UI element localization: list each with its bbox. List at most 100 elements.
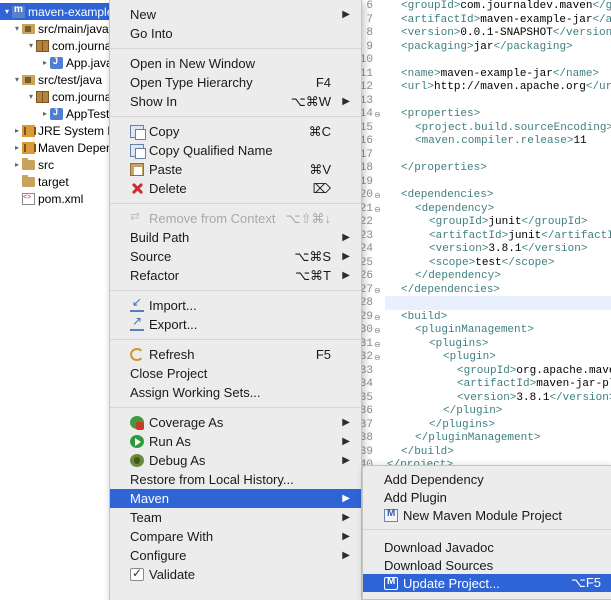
xml-tag: </name>: [552, 67, 600, 80]
code-line: <artifactId>junit</artifactId>: [429, 230, 611, 244]
fold-toggle-icon[interactable]: ⊖: [374, 203, 381, 217]
tree-item-maven-example-jar[interactable]: ▾ maven-example-jar: [0, 3, 112, 20]
menu-item-run-as[interactable]: Run As ▶: [110, 432, 361, 451]
submenu-item-add-dependency[interactable]: Add Dependency: [363, 470, 611, 488]
submenu-arrow-icon: ▶: [342, 270, 350, 281]
menu-item-debug-as[interactable]: Debug As ▶: [110, 451, 361, 470]
xml-text: maven-jar-plugin: [536, 378, 611, 390]
xml-tag: <pluginManagement>: [415, 324, 534, 336]
xml-tag: <build>: [401, 310, 448, 323]
xml-tag: </version>: [549, 391, 611, 404]
xml-tag: <artifactId>: [457, 378, 537, 390]
fold-toggle-icon[interactable]: ⊖: [374, 311, 381, 325]
menu-item-shortcut: ⌥⌘S: [294, 248, 331, 264]
tree-item-src-main-java[interactable]: ▾ src/main/java: [0, 20, 112, 37]
tree-item-jre-system-library[interactable]: ▸ JRE System Library: [0, 122, 112, 139]
menu-item-build-path[interactable]: Build Path ▶: [110, 228, 361, 247]
menu-item-new[interactable]: New ▶: [110, 5, 361, 24]
menu-item-label: Delete: [149, 181, 187, 196]
tree-expand-toggle-icon[interactable]: ▸: [40, 109, 50, 118]
xml-tag: </packaging>: [493, 40, 573, 53]
remove-context-icon: [130, 209, 144, 225]
menu-item-team[interactable]: Team ▶: [110, 508, 361, 527]
menu-item-coverage-as[interactable]: Coverage As ▶: [110, 413, 361, 432]
tree-item-apptest-java[interactable]: ▸ AppTest.java: [0, 105, 112, 122]
tree-expand-toggle-icon[interactable]: ▾: [12, 75, 22, 84]
tree-item-pom-xml[interactable]: pom.xml: [0, 190, 112, 207]
menu-item-go-into[interactable]: Go Into: [110, 24, 361, 43]
xml-tag: <groupId>: [457, 364, 517, 377]
menu-item-label: Build Path: [130, 230, 190, 245]
submenu-item-add-plugin[interactable]: Add Plugin: [363, 488, 611, 506]
xml-tag: </artifactId>: [592, 13, 611, 26]
tree-expand-toggle-icon[interactable]: ▾: [2, 7, 12, 16]
fold-toggle-icon[interactable]: ⊖: [374, 338, 381, 352]
menu-item-configure[interactable]: Configure ▶: [110, 546, 361, 565]
menu-item-source[interactable]: Source ⌥⌘S ▶: [110, 247, 361, 266]
tree-item-target[interactable]: target: [0, 173, 112, 190]
tree-expand-toggle-icon[interactable]: ▾: [12, 24, 22, 33]
menu-item-export[interactable]: Export...: [110, 314, 361, 334]
menu-item-restore-from-local-history[interactable]: Restore from Local History...: [110, 470, 361, 489]
menu-item-copy-qualified-name[interactable]: Copy Qualified Name: [110, 141, 361, 160]
submenu-item-download-sources[interactable]: Download Sources: [363, 556, 611, 574]
xml-tag: <url>: [401, 81, 435, 93]
menu-item-label: Export...: [149, 317, 198, 332]
tree-item-label: JRE System Library: [38, 123, 112, 138]
xml-tag: <dependencies>: [401, 189, 494, 201]
menu-item-refactor[interactable]: Refactor ⌥⌘T ▶: [110, 266, 361, 285]
tree-item-src[interactable]: ▸ src: [0, 156, 112, 173]
submenu-item-new-maven-module-project[interactable]: New Maven Module Project: [363, 506, 611, 524]
submenu-item-download-javadoc[interactable]: Download Javadoc: [363, 538, 611, 556]
menu-item-assign-working-sets[interactable]: Assign Working Sets...: [110, 383, 361, 402]
code-line: <plugins>: [429, 338, 488, 352]
submenu-arrow-icon: ▶: [342, 96, 350, 107]
tree-expand-toggle-icon[interactable]: ▸: [40, 58, 50, 67]
tree-item-src-test-java[interactable]: ▾ src/test/java: [0, 71, 112, 88]
tree-expand-toggle-icon[interactable]: ▾: [26, 41, 36, 50]
tree-item-app-java[interactable]: ▸ App.java: [0, 54, 112, 71]
validate-check-icon: [130, 566, 144, 581]
code-line: <groupId>org.apache.maven.plugins</group…: [457, 365, 611, 379]
menu-item-close-project[interactable]: Close Project: [110, 364, 361, 383]
code-line: </pluginManagement>: [415, 432, 540, 446]
source-folder-icon: [22, 24, 35, 34]
menu-item-import[interactable]: Import...: [110, 295, 361, 315]
fold-toggle-icon[interactable]: ⊖: [374, 284, 381, 298]
menu-item-label: Source: [130, 249, 172, 264]
menu-item-maven[interactable]: Maven ▶: [110, 489, 361, 508]
menu-item-refresh[interactable]: Refresh F5: [110, 345, 361, 364]
tree-item-com-journaldev[interactable]: ▾ com.journaldev: [0, 37, 112, 54]
xml-tag: </properties>: [401, 162, 487, 174]
fold-toggle-icon[interactable]: ⊖: [374, 351, 381, 365]
tree-expand-toggle-icon[interactable]: ▸: [12, 126, 22, 135]
menu-item-copy[interactable]: Copy ⌘C: [110, 122, 361, 141]
tree-expand-toggle-icon[interactable]: ▸: [12, 143, 22, 152]
xml-text: http://maven.apache.org: [434, 81, 586, 93]
menu-item-compare-with[interactable]: Compare With ▶: [110, 527, 361, 546]
xml-text: junit: [488, 216, 522, 228]
tree-item-label: App.java: [66, 55, 112, 70]
menu-item-label: Copy: [149, 124, 180, 139]
submenu-item-update-project[interactable]: Update Project... ⌥F5: [363, 574, 611, 592]
menu-item-open-type-hierarchy[interactable]: Open Type Hierarchy F4: [110, 73, 361, 92]
folder-icon: [22, 158, 35, 170]
tree-item-maven-dependencies[interactable]: ▸ Maven Dependencies: [0, 139, 112, 156]
fold-toggle-icon[interactable]: ⊖: [374, 189, 381, 203]
tree-item-label: Maven Dependencies: [38, 140, 112, 155]
fold-toggle-icon[interactable]: ⊖: [374, 324, 381, 338]
menu-separator: [110, 290, 361, 291]
submenu-arrow-icon: ▶: [342, 251, 350, 262]
menu-item-delete[interactable]: Delete ⌦: [110, 179, 361, 198]
tree-expand-toggle-icon[interactable]: ▾: [26, 92, 36, 101]
tree-expand-toggle-icon[interactable]: ▸: [12, 160, 22, 169]
fold-toggle-icon[interactable]: ⊖: [374, 108, 381, 122]
tree-item-com-journaldev[interactable]: ▾ com.journaldev: [0, 88, 112, 105]
code-line: </dependencies>: [401, 284, 500, 298]
menu-item-label: Configure: [130, 548, 187, 563]
menu-item-validate[interactable]: Validate: [110, 565, 361, 584]
menu-item-paste[interactable]: Paste ⌘V: [110, 160, 361, 179]
menu-item-open-in-new-window[interactable]: Open in New Window: [110, 54, 361, 73]
menu-item-show-in[interactable]: Show In ⌥⌘W ▶: [110, 92, 361, 111]
context-menu: New ▶ Go Into Open in New Window Open Type H…: [109, 0, 362, 600]
